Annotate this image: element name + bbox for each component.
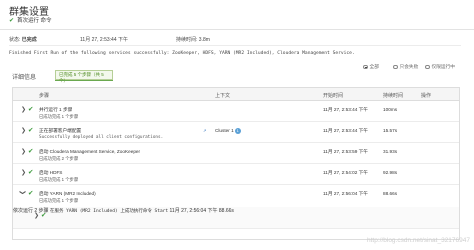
header-context: 上下文 — [215, 93, 231, 99]
check-icon: ✔ — [28, 169, 34, 176]
check-icon: ✔ — [9, 17, 15, 24]
step-start: 11月 27, 2:54:02 下午 — [323, 170, 368, 175]
header-divider — [0, 29, 474, 30]
status-start: 11月 27, 2:53:44 下午 — [80, 37, 128, 43]
table-header: 步骤 上下文 开始时间 持续时间 操作 — [13, 88, 459, 101]
step-status: 已成功完成 2 个步骤 — [39, 156, 79, 161]
step-duration: 100ms — [383, 107, 398, 112]
radio-icon — [425, 64, 430, 70]
step-name: 启动 Cloudera Management Service, ZooKeepe… — [39, 149, 141, 154]
step-start: 11月 27, 2:56:04 下午 — [323, 191, 368, 196]
page-subtitle: ✔ 首次运行 命令 — [9, 16, 52, 25]
radio-icon — [363, 64, 368, 70]
header-start: 开始时间 — [323, 93, 344, 99]
filter-running[interactable]: 仅限运行中 — [425, 64, 455, 70]
external-link-icon[interactable]: ↗ — [203, 128, 206, 133]
chevron-right-icon[interactable]: ❯ — [34, 212, 39, 219]
check-icon: ✔ — [28, 148, 34, 155]
step-duration: 31.93s — [383, 149, 398, 154]
header-step: 步骤 — [39, 93, 50, 99]
details-label: 详细信息 — [12, 75, 37, 81]
check-icon: ✔ — [28, 190, 34, 197]
command-name: 首次运行 命令 — [17, 18, 52, 24]
chevron-down-icon[interactable]: ❯ — [19, 190, 26, 195]
table-row: ❯ ✔ 启动 Cloudera Management Service, ZooK… — [13, 144, 459, 164]
chevron-right-icon[interactable]: ❯ — [21, 169, 26, 176]
header-duration: 持续时间 — [383, 93, 404, 99]
step-status: 已成功完成 1 个步骤 — [39, 114, 79, 119]
step-duration: 88.66s — [383, 191, 398, 196]
table-row: ❯ ✔ 并行运行 1 步骤 已成功完成 1 个步骤 11月 27, 2:53:4… — [13, 102, 459, 122]
status-value: 已完成 — [21, 37, 37, 43]
radio-icon — [393, 64, 398, 70]
filter-failed[interactable]: 只会失败 — [393, 64, 418, 70]
context-count-badge: 1 — [234, 128, 241, 134]
step-status: 已成功完成 1 个步骤 — [39, 177, 79, 182]
step-name: 启动 YARN (MR2 Included) — [39, 191, 96, 196]
table-row: ❯ ✔ 启动 YARN (MR2 Included) 已成功完成 1 个步骤 1… — [13, 186, 459, 206]
step-duration: 15.57s — [383, 128, 398, 133]
context-link[interactable]: Cluster 11 — [215, 128, 241, 134]
substep-duration: 88.66s — [218, 208, 234, 214]
result-message: Finished First Run of the following serv… — [9, 51, 355, 56]
table-row: ❯ ✔ 启动 HDFS 已成功完成 1 个步骤 11月 27, 2:54:02 … — [13, 165, 459, 185]
watermark-text: http://blog.csdn.net/sinat_32176947 — [367, 237, 470, 244]
step-name: 启动 HDFS — [39, 170, 63, 175]
steps-table: 步骤 上下文 开始时间 持续时间 操作 ❯ ✔ 并行运行 1 步骤 已成功完成 … — [12, 87, 460, 240]
table-row: ❯ ✔ 正在部署客户端配置 Successfully deployed all … — [13, 123, 459, 143]
step-name: 并行运行 1 步骤 — [39, 107, 73, 112]
substep-status: 在服务 YARN (MR2 Included) 上成功执行命令 Start — [49, 209, 169, 214]
status-state: 状态: 已完成 — [9, 37, 37, 43]
step-start: 11月 27, 2:53:44 下午 — [323, 107, 368, 112]
step-start: 11月 27, 2:53:44 下午 — [323, 128, 368, 133]
substep-start: 11月 27, 2:56:04 下午 — [169, 208, 218, 214]
step-start: 11月 27, 2:53:59 下午 — [323, 149, 368, 154]
filter-all[interactable]: 全部 — [363, 64, 379, 70]
check-icon: ✔ — [41, 212, 47, 219]
chevron-right-icon[interactable]: ❯ — [21, 106, 26, 113]
status-duration: 持续时间: 3.8m — [176, 37, 210, 43]
step-duration: 92.98s — [383, 170, 398, 175]
status-divider — [9, 45, 461, 46]
check-icon: ✔ — [28, 106, 34, 113]
step-status: Successfully deployed all client configu… — [39, 135, 164, 140]
header-actions: 操作 — [421, 93, 432, 99]
chevron-right-icon[interactable]: ❯ — [21, 127, 26, 134]
details-tab-underline — [55, 80, 113, 81]
check-icon: ✔ — [28, 127, 34, 134]
table-subrow: ❯ ✔ 依次运行 2 步骤 在服务 YARN (MR2 Included) 上成… — [13, 207, 459, 229]
details-steps-tab[interactable]: 已完成 5 个步骤（共 5 个） — [55, 70, 113, 83]
step-status: 已成功完成 1 个步骤 — [39, 198, 79, 203]
step-name: 正在部署客户端配置 — [39, 128, 82, 133]
chevron-right-icon[interactable]: ❯ — [21, 148, 26, 155]
